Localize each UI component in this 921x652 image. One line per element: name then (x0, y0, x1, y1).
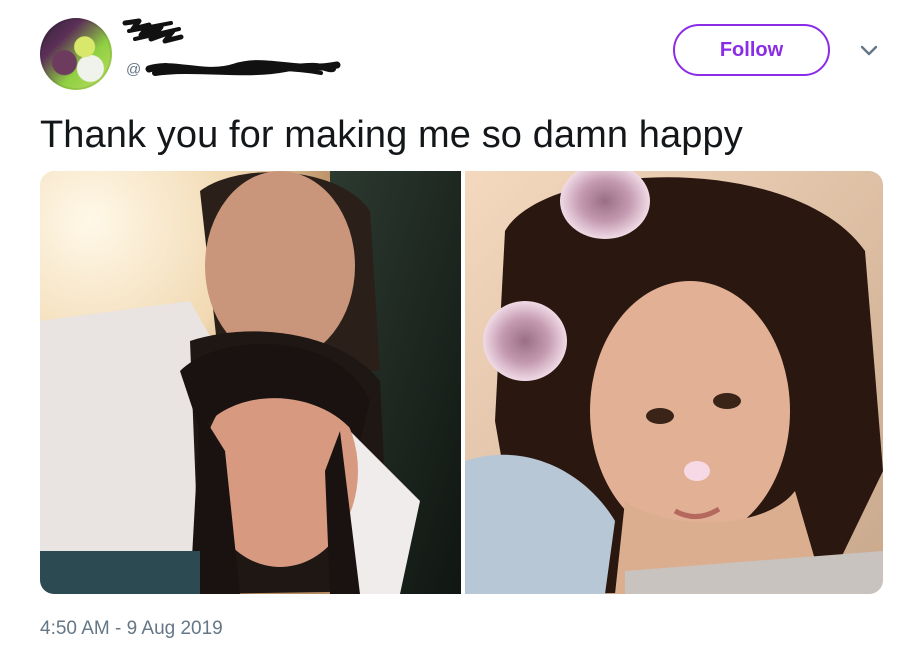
chevron-down-icon[interactable] (859, 44, 879, 58)
handle-prefix: @ (126, 61, 142, 78)
display-name-redaction (122, 18, 184, 44)
avatar[interactable] (40, 18, 112, 90)
media-grid (40, 171, 883, 594)
follow-button[interactable]: Follow (673, 24, 830, 76)
photo-selfie[interactable] (465, 171, 883, 594)
handle-redaction (145, 60, 341, 76)
tweet-text: Thank you for making me so damn happy (40, 114, 743, 156)
handle-row: @ (126, 59, 341, 81)
tweet-timestamp[interactable]: 4:50 AM - 9 Aug 2019 (40, 617, 223, 641)
photo-couple[interactable] (40, 171, 461, 594)
